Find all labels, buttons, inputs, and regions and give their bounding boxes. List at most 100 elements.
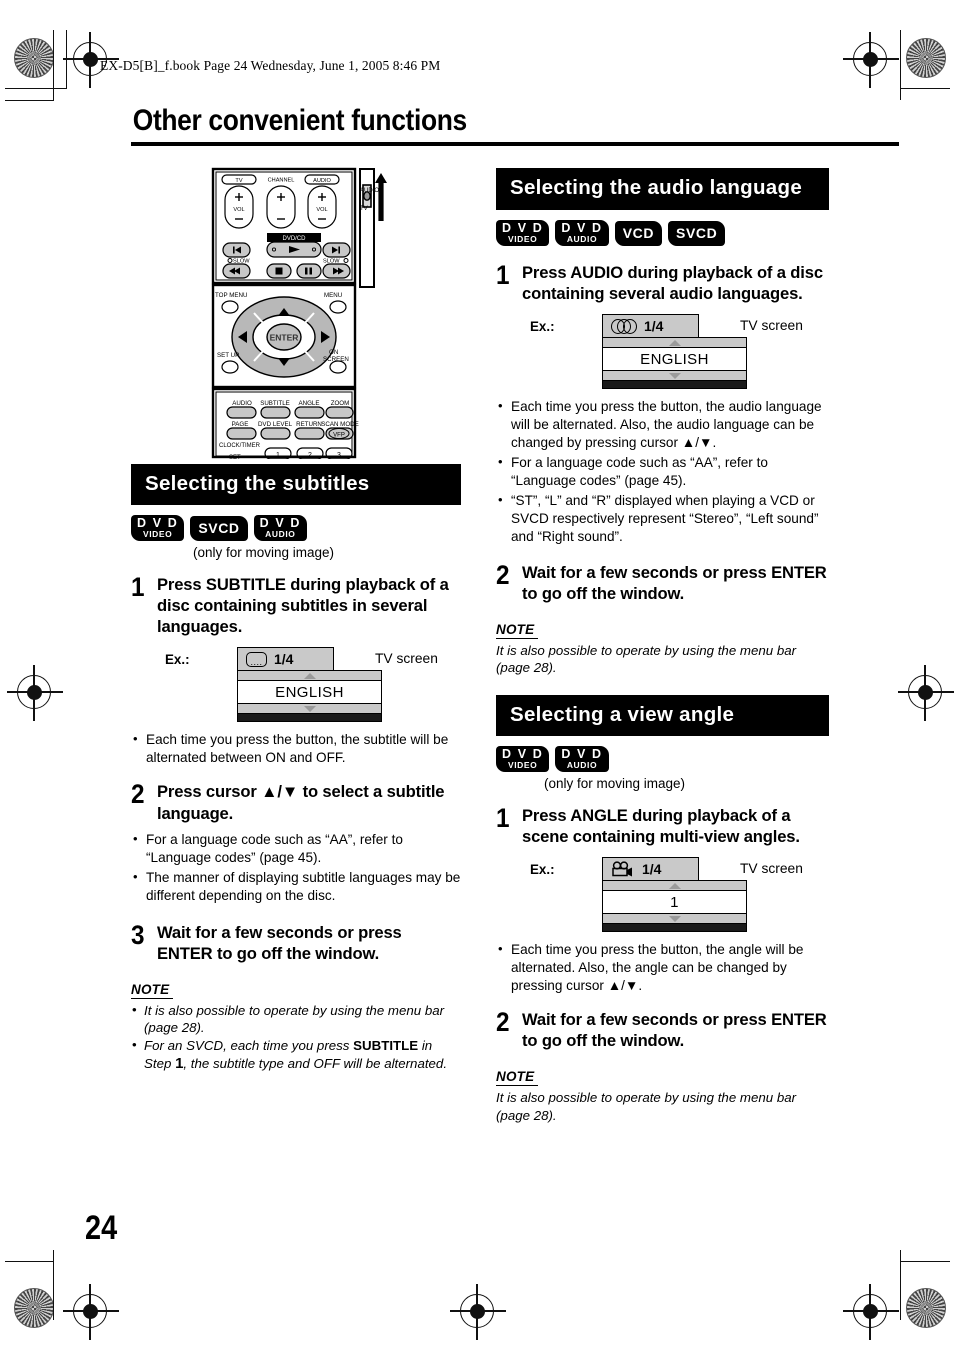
only-moving-image-note: (only for moving image) <box>193 544 335 560</box>
crop-mark <box>53 30 55 100</box>
audio-icon <box>611 318 637 334</box>
note-item: For an SVCD, each time you press SUBTITL… <box>131 1036 461 1074</box>
badge-dvd-audio: D V D AUDIO <box>555 219 609 246</box>
svg-text:AUDIO: AUDIO <box>360 188 379 194</box>
step-number: 1 <box>131 571 145 602</box>
svg-text:VOL: VOL <box>316 207 327 213</box>
step-1-audio-bullets: Each time you press the button, the audi… <box>496 397 829 546</box>
cursor-pad: ENTER <box>231 296 337 378</box>
note-pre: For an SVCD, each time you press <box>144 1037 354 1053</box>
step-2-subtitles: 2 Press cursor ▲/▼ to select a subtitle … <box>131 781 461 823</box>
registration-mark-mid-right <box>898 665 954 721</box>
badge-line1: D V D <box>561 220 603 235</box>
note-bold: SUBTITLE <box>353 1037 419 1053</box>
registration-mark-bottom-left <box>63 1284 119 1340</box>
example-label: Ex.: <box>530 862 555 877</box>
step-text: Press AUDIO during playback of a disc co… <box>522 262 823 303</box>
svg-text:SUBTITLE: SUBTITLE <box>260 400 290 407</box>
bullet: Each time you press the button, the audi… <box>496 397 829 452</box>
tv-screen-label: TV screen <box>740 861 803 876</box>
tv-screen-label: TV screen <box>375 651 438 667</box>
badge-dvd-audio: D V D AUDIO <box>253 514 307 541</box>
tv-screen-label: TV screen <box>740 318 803 334</box>
step-1-angle-bullets: Each time you press the button, the angl… <box>496 940 829 995</box>
registration-mark-bottom-center <box>450 1284 506 1340</box>
osd-value: ENGLISH <box>602 347 747 372</box>
badge-dvd-audio: D V D AUDIO <box>555 745 609 772</box>
svg-text:SET UP: SET UP <box>217 352 239 359</box>
step-text: Press ANGLE during playback of a scene c… <box>522 805 800 846</box>
badge-line1: D V D <box>502 220 544 235</box>
osd-title-bar: 1/4 <box>602 314 699 339</box>
bullet: Each time you press the button, the angl… <box>496 940 829 995</box>
bullet: The manner of displaying subtitle langua… <box>131 868 461 905</box>
note-heading: NOTE <box>496 622 539 640</box>
remote-control-svg: TV CHANNEL AUDIO VOL VOL AUDIO TV DVD/CD <box>211 167 387 461</box>
svg-text:PAGE: PAGE <box>232 421 249 428</box>
page-header: Other convenient functions <box>131 104 899 146</box>
svg-text:2: 2 <box>308 452 312 459</box>
left-column: Selecting the subtitles D V D VIDEO SVCD… <box>131 464 461 1073</box>
note-tail: , the subtitle type and OFF will be alte… <box>183 1055 448 1071</box>
bullet: For a language code such as “AA”, refer … <box>496 453 829 490</box>
step-1-bullets: Each time you press the button, the subt… <box>131 730 461 767</box>
svg-text:TOP MENU: TOP MENU <box>215 292 247 299</box>
note-angle: NOTE It is also possible to operate by u… <box>496 1068 829 1124</box>
note-audio: NOTE It is also possible to operate by u… <box>496 621 829 677</box>
crop-mark <box>66 30 68 88</box>
note-heading: NOTE <box>496 1069 539 1087</box>
bullet: For a language code such as “AA”, refer … <box>131 830 461 867</box>
svg-text:3: 3 <box>337 452 341 459</box>
example-label: Ex.: <box>165 652 190 668</box>
badge-dvd-video: D V D VIDEO <box>496 745 550 772</box>
badge-line1: D V D <box>259 515 301 530</box>
step-3-subtitles: 3 Wait for a few seconds or press ENTER … <box>131 921 461 964</box>
registration-mark-bottom-right <box>843 1284 899 1340</box>
svg-text:ZOOM: ZOOM <box>331 400 350 407</box>
step-2-bullets: For a language code such as “AA”, refer … <box>131 830 461 905</box>
osd-example-audio: Ex.: TV screen 1/4 ENGLISH <box>522 314 829 390</box>
osd-footer-bar <box>237 713 382 723</box>
note-body: It is also possible to operate by using … <box>496 1090 797 1123</box>
step-number: 2 <box>496 1006 510 1037</box>
svg-text:AUDIO: AUDIO <box>232 400 252 407</box>
badge-line1: D V D <box>502 746 544 761</box>
step-number: 1 <box>496 259 510 290</box>
badge-line2: AUDIO <box>265 529 296 539</box>
registration-mark-mid-left <box>7 665 63 721</box>
osd-count: 1/4 <box>644 318 664 335</box>
right-column: Selecting the audio language D V D VIDEO… <box>496 168 829 1124</box>
disc-badges-audio: D V D VIDEO D V D AUDIO VCD SVCD <box>496 219 829 246</box>
crop-mark <box>5 88 67 90</box>
svg-text:VOL: VOL <box>233 207 244 213</box>
bullet: Each time you press the button, the subt… <box>131 730 461 767</box>
step-2-audio: 2 Wait for a few seconds or press ENTER … <box>496 559 829 604</box>
osd-value: ENGLISH <box>237 680 382 705</box>
note-body: It is also possible to operate by using … <box>496 643 797 676</box>
osd-title-bar: 1/4 <box>602 857 699 881</box>
osd-example-subtitles: Ex.: TV screen .... 1/4 ENGLISH <box>157 647 461 723</box>
step-text: Wait for a few seconds or press ENTER to… <box>157 922 402 963</box>
svg-text:CLOCK/TIMER: CLOCK/TIMER <box>219 443 261 449</box>
subtitle-icon: .... <box>246 651 267 667</box>
crop-mark <box>900 88 950 90</box>
badge-svcd: SVCD <box>668 220 726 246</box>
badge-line2: VIDEO <box>507 760 538 770</box>
crop-mark <box>5 1261 54 1263</box>
svg-text:TV: TV <box>360 206 368 212</box>
printed-page: EX-D5[B]_f.book Page 24 Wednesday, June … <box>0 0 954 1351</box>
svg-text:TV: TV <box>235 178 242 184</box>
pointer-arrow-icon <box>375 173 387 221</box>
svg-text:SCREEN: SCREEN <box>323 356 349 363</box>
section-heading-audio-language: Selecting the audio language <box>496 168 829 210</box>
osd-footer-bar <box>602 923 747 932</box>
svg-text:ANGLE: ANGLE <box>299 400 320 407</box>
badge-dvd-video: D V D VIDEO <box>496 219 550 246</box>
page-title: Other convenient functions <box>132 104 467 137</box>
crop-mark <box>900 30 902 100</box>
step-number: 1 <box>496 802 510 833</box>
halftone-dot-top-right <box>906 38 946 78</box>
remote-control-illustration: TV CHANNEL AUDIO VOL VOL AUDIO TV DVD/CD <box>205 167 390 461</box>
svg-text:SET: SET <box>229 455 241 459</box>
step-number: 2 <box>496 559 510 590</box>
